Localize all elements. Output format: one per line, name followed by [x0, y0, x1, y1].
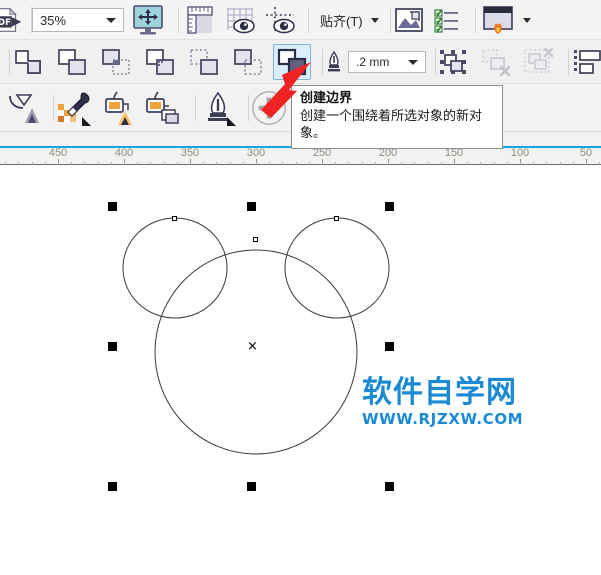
standard-toolbar: PDF 35%: [0, 0, 601, 40]
group-objects-button[interactable]: [435, 45, 471, 79]
tooltip: 创建边界 创建一个围绕着所选对象的新对象。: [291, 85, 503, 149]
vector-shapes: [0, 165, 601, 575]
show-guidelines-icon[interactable]: [262, 3, 298, 37]
ruler-label: 150: [445, 147, 463, 159]
ear-left-ellipse[interactable]: [123, 218, 227, 318]
interactive-fill-tool[interactable]: [5, 89, 45, 127]
outline-width-combobox[interactable]: .2 mm: [348, 51, 426, 73]
node-ear-left[interactable]: [172, 216, 177, 221]
snap-to-label: 贴齐(T): [320, 11, 363, 30]
selection-handle[interactable]: [385, 202, 394, 211]
ungroup-objects-button[interactable]: [478, 45, 514, 79]
selection-handle[interactable]: [385, 342, 394, 351]
fit-to-page-icon[interactable]: [130, 3, 166, 37]
selection-handle[interactable]: [247, 482, 256, 491]
simplify-button[interactable]: [142, 45, 178, 79]
selection-handle[interactable]: [247, 202, 256, 211]
options-icon[interactable]: [392, 3, 426, 37]
ruler-label: 100: [511, 147, 529, 159]
tooltip-description: 创建一个围绕着所选对象的新对象。: [300, 108, 494, 143]
ruler-label: 50: [580, 147, 592, 159]
boundary-button[interactable]: [273, 44, 311, 80]
align-and-distribute-button[interactable]: [570, 45, 601, 79]
node-ear-right[interactable]: [334, 216, 339, 221]
drawing-canvas[interactable]: × 软件自学网 WWW.RJZXW.COM: [0, 165, 601, 575]
selection-handle[interactable]: [108, 342, 117, 351]
show-grid-icon[interactable]: [222, 3, 258, 37]
selection-handle[interactable]: [108, 202, 117, 211]
coreldraw-window: PDF 35%: [0, 0, 601, 575]
selection-handle[interactable]: [385, 482, 394, 491]
weld-button[interactable]: [10, 45, 46, 79]
chevron-down-icon[interactable]: [521, 14, 533, 26]
zoom-level-combobox[interactable]: 35%: [32, 8, 124, 32]
eyedropper-tool[interactable]: [54, 89, 94, 127]
ruler-label: 350: [181, 147, 199, 159]
smart-fill-tool[interactable]: [98, 89, 138, 127]
trim-button[interactable]: [54, 45, 90, 79]
show-rulers-icon[interactable]: [182, 3, 218, 37]
node-head-top[interactable]: [253, 237, 258, 242]
ruler-label: 450: [49, 147, 67, 159]
front-minus-back-button[interactable]: [186, 45, 222, 79]
ruler-label: 300: [247, 147, 265, 159]
application-launcher-icon[interactable]: [478, 2, 518, 38]
selection-handle[interactable]: [108, 482, 117, 491]
chevron-down-icon: [371, 18, 379, 23]
back-minus-front-button[interactable]: [230, 45, 266, 79]
add-tool[interactable]: [248, 86, 290, 130]
ungroup-all-objects-button[interactable]: [521, 45, 557, 79]
chevron-down-icon: [408, 60, 418, 65]
outline-width-value: .2 mm: [356, 55, 389, 69]
outline-tool[interactable]: [198, 89, 238, 127]
tooltip-title: 创建边界: [300, 90, 494, 108]
object-center-marker: ×: [247, 340, 258, 353]
ruler-label: 200: [379, 147, 397, 159]
ruler-label: 250: [313, 147, 331, 159]
chevron-down-icon: [106, 18, 116, 23]
shaping-toolbar: .2 mm: [0, 40, 601, 84]
zoom-level-value: 35%: [40, 13, 66, 28]
snap-to-dropdown[interactable]: 贴齐(T): [313, 7, 386, 33]
intersect-button[interactable]: [98, 45, 134, 79]
object-manager-icon[interactable]: [430, 3, 464, 37]
pdf-export-icon[interactable]: PDF: [0, 4, 26, 36]
ear-right-ellipse[interactable]: [285, 218, 389, 318]
svg-text:PDF: PDF: [0, 18, 11, 28]
ruler-label: 400: [115, 147, 133, 159]
fill-tool[interactable]: [142, 89, 182, 127]
outline-pen-icon[interactable]: [324, 49, 344, 75]
